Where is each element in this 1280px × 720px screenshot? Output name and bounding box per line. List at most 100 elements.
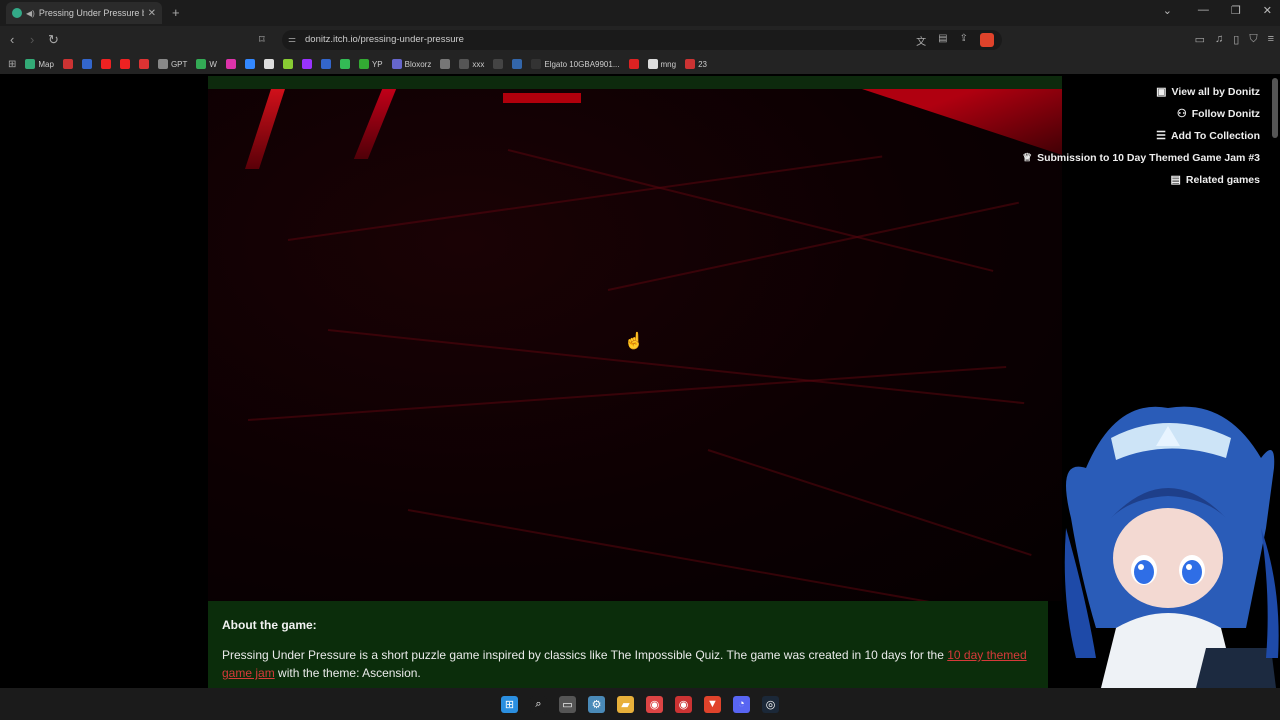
page-content: ☝ About the game: Pressing Under Pressur… (0, 76, 1280, 688)
bookmark-item[interactable] (320, 59, 331, 69)
game-streak (327, 329, 1025, 405)
bookmark-item[interactable]: 23 (685, 59, 707, 69)
taskbar: ⊞ ⌕ ▭ ⚙ ▰ ◉ ◉ ▼ ◔ ◎ (0, 688, 1280, 720)
bookmark-item[interactable] (493, 59, 504, 69)
bookmark-favicon-icon (440, 59, 451, 69)
bookmark-item[interactable] (628, 59, 639, 69)
tab-favicon (12, 8, 22, 18)
reload-button[interactable]: ↻ (48, 32, 59, 48)
apps-icon[interactable]: ⊞ (8, 59, 16, 70)
bookmark-item[interactable]: xxx (459, 59, 484, 69)
bookmark-item[interactable] (119, 59, 130, 69)
sidebar-link-label: Add To Collection (1170, 129, 1260, 142)
bookmark-item[interactable]: GPT (157, 59, 187, 69)
settings-icon[interactable]: ⚙ (588, 695, 605, 713)
bookmark-item[interactable] (440, 59, 451, 69)
bookmark-favicon-icon (119, 59, 130, 69)
wallet-icon[interactable]: ▭ (1195, 33, 1205, 46)
game-streak (407, 509, 1019, 601)
about-section: About the game: Pressing Under Pressure … (208, 601, 1048, 688)
menu-icon[interactable]: ≡ (1268, 33, 1274, 46)
bookmark-favicon-icon (647, 59, 658, 69)
close-window-button[interactable]: ✕ (1263, 4, 1272, 17)
about-text-end: with the theme: Ascension. (274, 666, 421, 680)
bookmark-item[interactable]: Bloxorz (391, 59, 432, 69)
start-icon[interactable]: ⊞ (501, 695, 518, 713)
task-view-icon[interactable]: ▭ (559, 695, 576, 713)
sidebar-link-label: Related games (1185, 173, 1260, 186)
vpn-icon[interactable]: ⛉ (1249, 33, 1257, 46)
speaker-icon[interactable]: ◀) (26, 9, 35, 18)
bookmark-favicon-icon (685, 59, 696, 69)
bookmark-item[interactable] (339, 59, 350, 69)
bookmark-favicon-icon (196, 59, 207, 69)
sidebar-link[interactable]: ▤ Related games (1170, 173, 1260, 187)
bookmark-label: YP (371, 59, 383, 69)
bookmark-favicon-icon (263, 59, 274, 69)
game-streak (707, 449, 1032, 557)
brave-icon[interactable]: ▼ (704, 695, 721, 713)
address-bar-row: ‹ › ↻ ⌑ ⚌ donitz.itch.io/pressing-under-… (0, 26, 1280, 54)
tab-bar: ◀) Pressing Under Pressure by D ✕ + ⌄ — … (0, 0, 1280, 26)
bookmark-favicon-icon (25, 59, 36, 69)
url-field[interactable]: ⚌ donitz.itch.io/pressing-under-pressure… (282, 30, 1002, 50)
bookmark-item[interactable] (62, 59, 73, 69)
bookmark-item[interactable]: YP (358, 59, 383, 69)
close-tab-icon[interactable]: ✕ (148, 8, 156, 19)
forward-button[interactable]: › (30, 32, 34, 47)
reader-icon[interactable]: ▤ (938, 33, 947, 48)
bookmark-favicon-icon (391, 59, 402, 69)
sidebar-link[interactable]: ☰ Add To Collection (1156, 129, 1260, 143)
bookmark-item[interactable] (244, 59, 255, 69)
bookmark-favicon-icon (459, 59, 470, 69)
bookmark-favicon-icon (225, 59, 236, 69)
bookmark-item[interactable]: Map (25, 59, 54, 69)
translate-icon[interactable]: 文 (916, 33, 926, 48)
back-button[interactable]: ‹ (10, 32, 14, 47)
url-text: donitz.itch.io/pressing-under-pressure (305, 34, 464, 45)
bookmark-favicon-icon (531, 59, 542, 69)
bookmark-favicon-icon (157, 59, 168, 69)
maximize-button[interactable]: ❐ (1231, 4, 1241, 17)
bookmark-favicon-icon (100, 59, 111, 69)
search-icon[interactable]: ⌕ (530, 695, 547, 713)
bookmark-item[interactable] (81, 59, 92, 69)
active-tab[interactable]: ◀) Pressing Under Pressure by D ✕ (6, 2, 162, 24)
sidebar-link[interactable]: ⚇ Follow Donitz (1176, 107, 1260, 121)
bookmark-item[interactable]: mng (647, 59, 676, 69)
brave-shield-icon[interactable] (980, 33, 994, 47)
sidebar-link[interactable]: ♕ Submission to 10 Day Themed Game Jam #3 (1022, 151, 1260, 165)
tab-title: Pressing Under Pressure by D (38, 8, 144, 18)
bookmark-item[interactable] (282, 59, 293, 69)
bookmark-item[interactable] (100, 59, 111, 69)
hand-cursor-icon: ☝ (624, 333, 644, 350)
chrome-icon[interactable]: ◉ (646, 695, 663, 713)
bookmark-item[interactable] (138, 59, 149, 69)
minimize-button[interactable]: — (1198, 4, 1209, 17)
sidebar-toggle-icon[interactable]: ▯ (1233, 33, 1239, 46)
game-streak (507, 149, 994, 272)
bookmark-label: Bloxorz (404, 59, 432, 69)
discord-icon[interactable]: ◔ (733, 695, 750, 713)
bookmark-item[interactable] (512, 59, 523, 69)
sidebar-link-label: Follow Donitz (1191, 107, 1260, 120)
folder-icon[interactable]: ▰ (617, 695, 634, 713)
bookmark-item[interactable] (301, 59, 312, 69)
bookmark-favicon-icon (628, 59, 639, 69)
scrollbar[interactable] (1272, 78, 1278, 138)
steam-icon[interactable]: ◎ (762, 695, 779, 713)
bookmark-item[interactable] (225, 59, 236, 69)
bookmark-label: W (209, 59, 217, 69)
chrome-alt-icon[interactable]: ◉ (675, 695, 692, 713)
follow-icon: ⚇ (1176, 108, 1187, 120)
new-tab-button[interactable]: + (172, 5, 180, 20)
tab-search-icon[interactable]: ⌄ (1163, 4, 1172, 17)
sidebar-link[interactable]: ▣ View all by Donitz (1156, 85, 1260, 99)
site-info-icon[interactable]: ⚌ (288, 34, 296, 45)
bookmark-item[interactable]: Elgato 10GBA9901... (531, 59, 620, 69)
share-icon[interactable]: ⇪ (960, 33, 968, 48)
bookmark-item[interactable]: W (196, 59, 217, 69)
media-icon[interactable]: ♫ (1215, 33, 1223, 46)
bookmark-icon[interactable]: ⌑ (259, 33, 265, 46)
bookmark-item[interactable] (263, 59, 274, 69)
